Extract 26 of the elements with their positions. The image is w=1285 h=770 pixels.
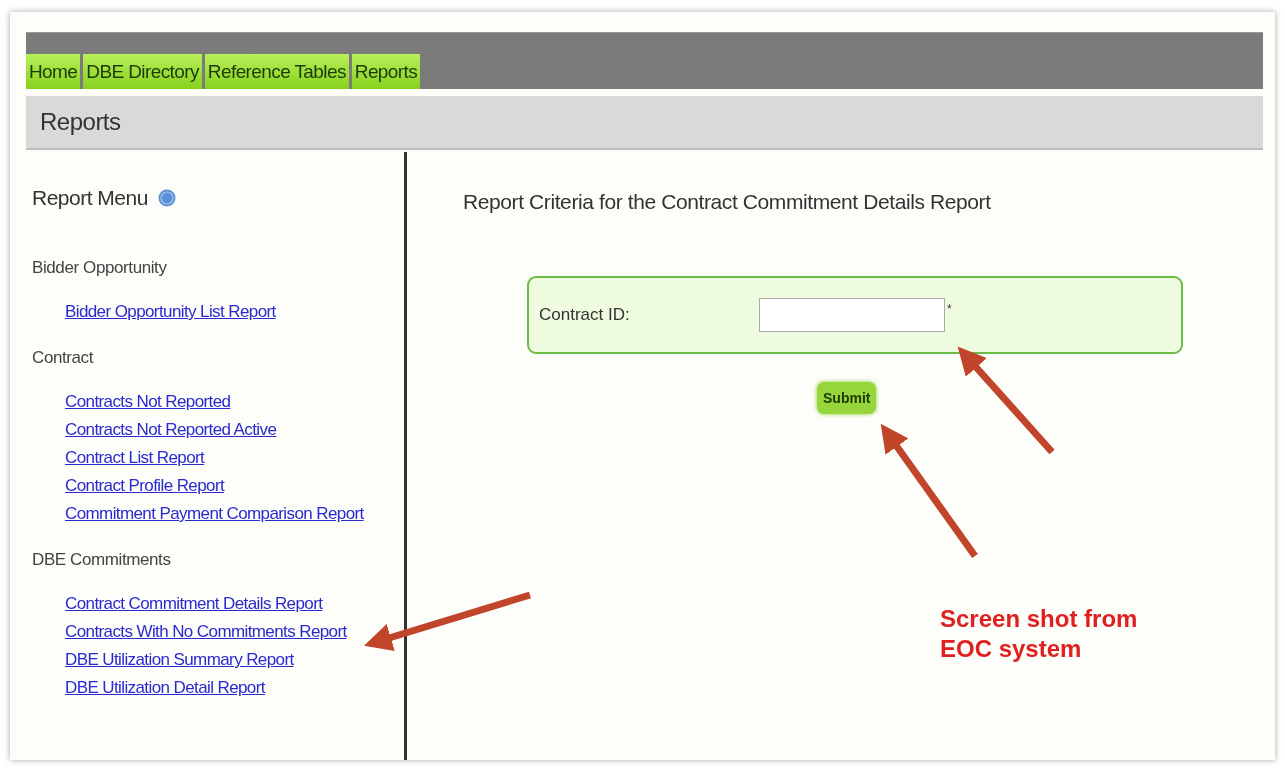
- report-link[interactable]: DBE Utilization Summary Report: [65, 650, 294, 670]
- section-heading: DBE Commitments: [32, 550, 172, 570]
- field-label: Contract ID:: [539, 305, 631, 325]
- nav-tab[interactable]: Home: [26, 54, 81, 89]
- report-link[interactable]: Contract List Report: [65, 448, 205, 468]
- annotation-text: Screen shot from EOC system: [940, 604, 1139, 664]
- menu-title: Report Menu: [32, 186, 148, 210]
- report-link[interactable]: Contract Profile Report: [65, 476, 225, 496]
- report-link[interactable]: DBE Utilization Detail Report: [65, 678, 265, 698]
- nav-tab[interactable]: Reference Tables: [204, 54, 349, 89]
- report-link[interactable]: Contracts With No Commitments Report: [65, 622, 347, 642]
- report-link[interactable]: Bidder Opportunity List Report: [65, 302, 276, 322]
- nav-tab[interactable]: Reports: [351, 54, 421, 89]
- report-link[interactable]: Contracts Not Reported Active: [65, 420, 277, 440]
- section-heading: Contract: [32, 348, 95, 368]
- required-mark: *: [947, 302, 952, 316]
- contract-id-field[interactable]: [759, 298, 945, 332]
- help-icon[interactable]: [157, 189, 176, 207]
- nav-tab[interactable]: DBE Directory: [83, 54, 202, 89]
- report-link[interactable]: Contract Commitment Details Report: [65, 594, 323, 614]
- submit-button[interactable]: Submit: [817, 382, 877, 414]
- criteria-heading: Report Criteria for the Contract Commitment Details Report: [463, 190, 992, 214]
- report-link[interactable]: Contracts Not Reported: [65, 392, 231, 412]
- page-title: Reports: [39, 108, 121, 136]
- report-link[interactable]: Commitment Payment Comparison Report: [65, 504, 364, 524]
- section-heading: Bidder Opportunity: [32, 258, 168, 278]
